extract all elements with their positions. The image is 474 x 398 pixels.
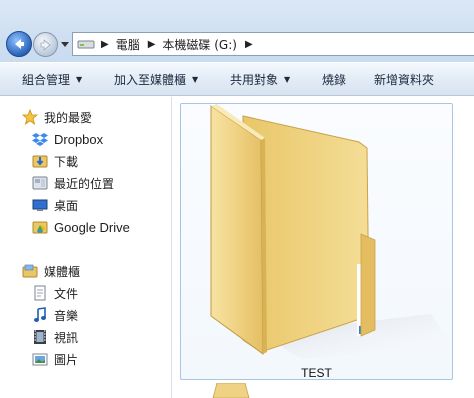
- downloads-folder-icon: [32, 153, 48, 169]
- add-to-library-label: 加入至媒體櫃: [114, 72, 187, 87]
- sidebar-header-label: 我的最愛: [44, 110, 93, 125]
- organize-label: 組合管理: [22, 72, 71, 87]
- sidebar-item-label: 文件: [54, 286, 79, 301]
- sidebar-item-label: 最近的位置: [54, 176, 115, 191]
- chevron-down-icon: ▼: [284, 74, 291, 84]
- google-drive-icon: [32, 219, 48, 235]
- breadcrumb-local-disk[interactable]: 本機磁碟 (G:): [162, 36, 237, 53]
- forward-button[interactable]: [33, 32, 58, 57]
- sidebar-item-label: 圖片: [54, 352, 79, 367]
- address-box[interactable]: ▶ 電腦 ▶ 本機磁碟 (G:) ▶: [72, 32, 474, 56]
- sidebar-item-dropbox[interactable]: Dropbox: [32, 128, 103, 150]
- address-bar-region: ▶ 電腦 ▶ 本機磁碟 (G:) ▶: [0, 0, 474, 62]
- sidebar-item-documents[interactable]: 文件: [32, 282, 78, 304]
- libraries-icon: [22, 263, 38, 279]
- recent-pages-dropdown[interactable]: [60, 40, 70, 50]
- organize-button[interactable]: 組合管理 ▼: [14, 66, 90, 92]
- arrow-left-icon: [15, 39, 24, 49]
- command-bar: 組合管理 ▼ 加入至媒體櫃 ▼ 共用對象 ▼ 燒錄 新增資料夾: [0, 62, 474, 96]
- desktop-icon: [32, 197, 48, 213]
- breadcrumb-separator-icon[interactable]: ▶: [148, 39, 156, 50]
- navigation-pane[interactable]: 我的最愛 Dropbox 下載 最近的位置 桌面 Google Drive 媒體…: [0, 97, 172, 398]
- sidebar-header-label: 媒體櫃: [44, 264, 81, 279]
- folder-icon: [212, 382, 250, 398]
- arrow-right-icon: [40, 38, 50, 51]
- sidebar-item-partial[interactable]: [24, 390, 46, 398]
- music-icon: [32, 307, 48, 323]
- sidebar-item-downloads[interactable]: 下載: [32, 150, 78, 172]
- folder-icon: [210, 104, 451, 359]
- star-icon: [22, 109, 38, 125]
- video-icon: [32, 329, 48, 345]
- breadcrumb-separator-icon[interactable]: ▶: [245, 39, 253, 50]
- computer-icon: [77, 38, 95, 50]
- sidebar-item-label: Google Drive: [54, 219, 130, 235]
- folder-name-label: TEST: [301, 366, 332, 380]
- sidebar-item-label: 桌面: [54, 198, 79, 213]
- sidebar-item-videos[interactable]: 視訊: [32, 326, 78, 348]
- dropbox-icon: [32, 131, 48, 147]
- sidebar-item-label: 音樂: [54, 308, 79, 323]
- sidebar-item-pictures[interactable]: 圖片: [32, 348, 78, 370]
- sidebar-item-recent-places[interactable]: 最近的位置: [32, 172, 114, 194]
- computer-icon: [24, 393, 40, 398]
- chevron-down-icon: ▼: [76, 74, 83, 84]
- sidebar-item-label: 視訊: [54, 330, 79, 345]
- back-button[interactable]: [6, 31, 32, 57]
- folder-tile[interactable]: TEST: [180, 103, 453, 380]
- recent-places-icon: [32, 175, 48, 191]
- sidebar-item-label: 下載: [54, 154, 79, 169]
- burn-button[interactable]: 燒錄: [314, 66, 354, 92]
- burn-label: 燒錄: [322, 72, 347, 87]
- new-folder-button[interactable]: 新增資料夾: [366, 66, 442, 92]
- file-list-pane[interactable]: TEST: [173, 97, 474, 398]
- breadcrumb-computer[interactable]: 電腦: [116, 36, 140, 53]
- folder-tile-partial[interactable]: [205, 382, 265, 398]
- chevron-down-icon: [61, 42, 69, 47]
- pictures-icon: [32, 351, 48, 367]
- documents-icon: [32, 285, 48, 301]
- sidebar-item-music[interactable]: 音樂: [32, 304, 78, 326]
- sidebar-favorites-header[interactable]: 我的最愛: [22, 106, 92, 128]
- new-folder-label: 新增資料夾: [374, 72, 435, 87]
- chevron-down-icon: ▼: [192, 74, 199, 84]
- sidebar-item-google-drive[interactable]: Google Drive: [32, 216, 130, 238]
- breadcrumb-separator-icon[interactable]: ▶: [101, 39, 109, 50]
- sidebar-item-label: Dropbox: [54, 131, 104, 147]
- add-to-library-button[interactable]: 加入至媒體櫃 ▼: [106, 66, 206, 92]
- share-with-button[interactable]: 共用對象 ▼: [222, 66, 298, 92]
- share-with-label: 共用對象: [230, 72, 279, 87]
- sidebar-libraries-header[interactable]: 媒體櫃: [22, 260, 80, 282]
- sidebar-item-desktop[interactable]: 桌面: [32, 194, 78, 216]
